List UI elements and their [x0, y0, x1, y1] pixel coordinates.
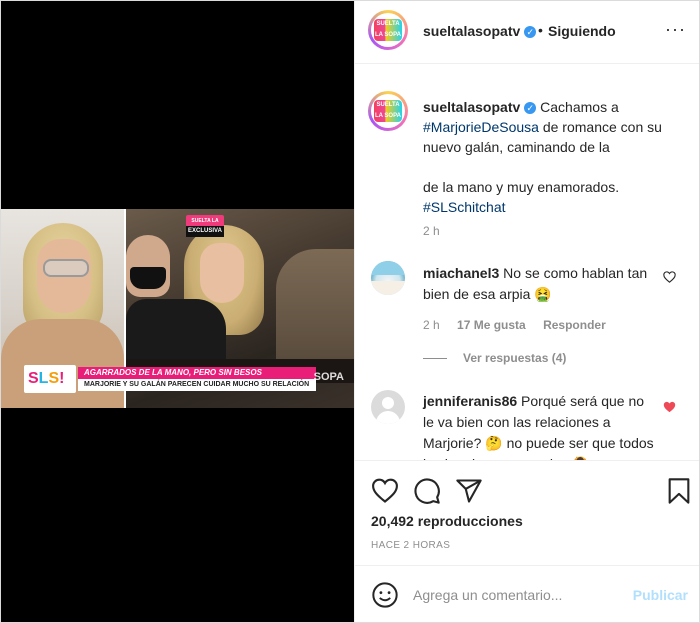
- comments-scroll-area[interactable]: SUELTA LA SOPA sueltalasopatv ✓ Cachamos …: [355, 64, 699, 460]
- view-replies[interactable]: Ver respuestas (4): [423, 351, 566, 365]
- comment-input[interactable]: Agrega un comentario...: [413, 587, 623, 603]
- watermark: SOPA: [313, 371, 344, 383]
- caption-avatar[interactable]: SUELTA LA SOPA: [368, 91, 408, 131]
- comment-like-heart-icon[interactable]: [663, 271, 676, 286]
- post-caption: sueltalasopatv ✓ Cachamos a #MarjorieDeSo…: [423, 99, 662, 215]
- more-options-icon[interactable]: ···: [665, 19, 686, 40]
- hashtag-link[interactable]: #SLSchitchat: [423, 199, 506, 215]
- verified-icon: ✓: [524, 25, 537, 38]
- account-avatar[interactable]: SUELTA LA SOPA: [368, 10, 408, 50]
- post-actions: 20,492 reproducciones HACE 2 HORAS Agreg…: [355, 460, 699, 622]
- publish-button[interactable]: Publicar: [633, 587, 688, 603]
- comment-username[interactable]: jenniferanis86: [423, 393, 517, 409]
- add-comment-bar: Agrega un comentario... Publicar: [355, 565, 699, 622]
- post-details-panel: SUELTA LA SOPA sueltalasopatv ✓ • Siguien…: [354, 1, 699, 622]
- comment: jenniferanis86 Porqué será que no le va …: [423, 391, 658, 460]
- lower-third: SLS! AGARRADOS DE LA MANO, PERO SIN BESO…: [24, 365, 324, 393]
- commenter-avatar[interactable]: [371, 390, 405, 424]
- account-username[interactable]: sueltalasopatv ✓: [423, 23, 537, 41]
- comment-likes[interactable]: 17 Me gusta: [457, 318, 526, 332]
- headline: AGARRADOS DE LA MANO, PERO SIN BESOS: [78, 367, 316, 379]
- caption-username[interactable]: sueltalasopatv: [423, 99, 520, 115]
- share-send-icon[interactable]: [455, 477, 483, 505]
- comment-meta: 2 h 17 Me gusta Responder: [423, 318, 606, 332]
- comment-liked-heart-icon[interactable]: [663, 401, 676, 416]
- comment-bubble-icon[interactable]: [413, 477, 441, 505]
- comment-username[interactable]: miachanel3: [423, 265, 499, 281]
- sls-logo: SLS!: [24, 365, 76, 393]
- verified-icon: ✓: [524, 102, 537, 115]
- like-heart-icon[interactable]: [371, 477, 399, 505]
- save-bookmark-icon[interactable]: [665, 477, 693, 505]
- post-time[interactable]: HACE 2 HORAS: [371, 540, 450, 551]
- video-player[interactable]: SUELTA LA SOPA EXCLUSIVA SLS! AGARRADOS …: [1, 209, 354, 408]
- view-count[interactable]: 20,492 reproducciones: [371, 513, 523, 529]
- post-header: SUELTA LA SOPA sueltalasopatv ✓ • Siguien…: [355, 1, 699, 64]
- comment: miachanel3 No se como hablan tan bien de…: [423, 263, 658, 305]
- emoji-smiley-icon[interactable]: [371, 581, 399, 609]
- post-window: SUELTA LA SOPA EXCLUSIVA SLS! AGARRADOS …: [0, 0, 700, 623]
- caption-time: 2 h: [423, 224, 440, 238]
- subheadline: MARJORIE Y SU GALÁN PARECEN CUIDAR MUCHO…: [78, 379, 316, 391]
- media-panel: SUELTA LA SOPA EXCLUSIVA SLS! AGARRADOS …: [1, 1, 354, 622]
- mention-link[interactable]: #MarjorieDeSousa: [423, 119, 539, 135]
- commenter-avatar[interactable]: [371, 261, 405, 295]
- separator-dot: •: [538, 22, 543, 38]
- reply-button[interactable]: Responder: [543, 318, 606, 332]
- exclusive-badge: SUELTA LA SOPA EXCLUSIVA: [186, 215, 224, 237]
- following-button[interactable]: Siguiendo: [548, 23, 616, 39]
